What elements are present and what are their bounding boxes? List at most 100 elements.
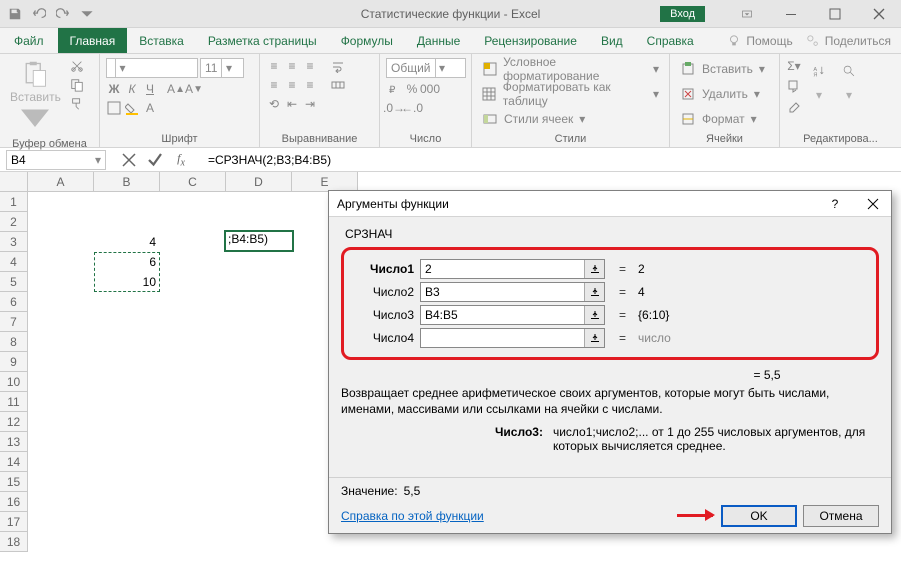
row-header[interactable]: 10 xyxy=(0,372,28,392)
increase-font-icon[interactable]: A▲ xyxy=(168,81,184,97)
cancel-formula-icon[interactable] xyxy=(120,151,138,169)
maximize-icon[interactable] xyxy=(813,0,857,28)
row-header[interactable]: 15 xyxy=(0,472,28,492)
row-header[interactable]: 4 xyxy=(0,252,28,272)
tab-home[interactable]: Главная xyxy=(58,28,128,53)
row-header[interactable]: 17 xyxy=(0,512,28,532)
row-header[interactable]: 2 xyxy=(0,212,28,232)
arg1-input[interactable] xyxy=(421,260,584,278)
undo-icon[interactable] xyxy=(30,5,48,23)
tell-me-button[interactable]: Помощь xyxy=(726,33,792,49)
border-icon[interactable] xyxy=(106,100,122,116)
row-header[interactable]: 3 xyxy=(0,232,28,252)
align-middle-icon[interactable]: ≡ xyxy=(284,58,300,74)
format-cells-button[interactable]: Формат▾ xyxy=(676,108,761,130)
range-selector-icon[interactable] xyxy=(584,306,604,324)
wrap-text-icon[interactable] xyxy=(330,58,346,74)
row-header[interactable]: 7 xyxy=(0,312,28,332)
font-color-icon[interactable]: A xyxy=(142,100,158,116)
ok-button[interactable]: OK xyxy=(721,505,797,527)
close-icon[interactable] xyxy=(857,0,901,28)
row-header[interactable]: 12 xyxy=(0,412,28,432)
tab-layout[interactable]: Разметка страницы xyxy=(196,28,329,53)
fx-icon[interactable]: fx xyxy=(172,151,190,169)
decrease-indent-icon[interactable]: ⇤ xyxy=(284,96,300,112)
align-left-icon[interactable]: ≡ xyxy=(266,77,282,93)
find-select-icon[interactable] xyxy=(836,58,862,84)
row-header[interactable]: 9 xyxy=(0,352,28,372)
redo-icon[interactable] xyxy=(54,5,72,23)
range-selector-icon[interactable] xyxy=(584,283,604,301)
fill-color-icon[interactable] xyxy=(124,100,140,116)
bold-icon[interactable]: Ж xyxy=(106,81,122,97)
cell-styles-button[interactable]: Стили ячеек▾ xyxy=(478,108,589,130)
tab-help[interactable]: Справка xyxy=(635,28,706,53)
increase-indent-icon[interactable]: ⇥ xyxy=(302,96,318,112)
percent-icon[interactable]: % xyxy=(404,81,420,97)
arg3-input[interactable] xyxy=(421,306,584,324)
format-as-table-button[interactable]: Форматировать как таблицу▾ xyxy=(478,83,663,105)
orientation-icon[interactable]: ⟲ xyxy=(266,96,282,112)
active-cell[interactable]: ;B4:B5) xyxy=(224,230,294,252)
copy-icon[interactable] xyxy=(69,77,85,93)
column-header[interactable]: E xyxy=(292,172,358,192)
login-button[interactable]: Вход xyxy=(660,6,705,22)
paste-button[interactable]: Вставить xyxy=(6,58,65,136)
tab-insert[interactable]: Вставка xyxy=(127,28,196,53)
font-size-combo[interactable]: 11▾ xyxy=(200,58,244,78)
row-header[interactable]: 1 xyxy=(0,192,28,212)
decrease-decimal-icon[interactable]: ←.0 xyxy=(404,100,420,116)
qat-dropdown-icon[interactable] xyxy=(78,5,96,23)
decrease-font-icon[interactable]: A▼ xyxy=(186,81,202,97)
cut-icon[interactable] xyxy=(69,58,85,74)
minimize-icon[interactable] xyxy=(769,0,813,28)
sort-filter-icon[interactable]: АЯ xyxy=(806,58,832,84)
row-header[interactable]: 11 xyxy=(0,392,28,412)
row-header[interactable]: 6 xyxy=(0,292,28,312)
row-header[interactable]: 18 xyxy=(0,532,28,552)
delete-cells-button[interactable]: Удалить▾ xyxy=(676,83,764,105)
italic-icon[interactable]: К xyxy=(124,81,140,97)
tab-data[interactable]: Данные xyxy=(405,28,472,53)
arg4-input[interactable] xyxy=(421,329,584,347)
row-header[interactable]: 14 xyxy=(0,452,28,472)
underline-icon[interactable]: Ч xyxy=(142,81,158,97)
formula-input[interactable] xyxy=(204,153,901,167)
ribbon-options-icon[interactable] xyxy=(725,0,769,28)
column-header[interactable]: A xyxy=(28,172,94,192)
number-format-combo[interactable]: Общий▾ xyxy=(386,58,466,78)
tab-view[interactable]: Вид xyxy=(589,28,635,53)
align-right-icon[interactable]: ≡ xyxy=(302,77,318,93)
increase-decimal-icon[interactable]: .0→ xyxy=(386,100,402,116)
align-center-icon[interactable]: ≡ xyxy=(284,77,300,93)
tab-review[interactable]: Рецензирование xyxy=(472,28,589,53)
cancel-button[interactable]: Отмена xyxy=(803,505,879,527)
tab-formulas[interactable]: Формулы xyxy=(329,28,405,53)
select-all-corner[interactable] xyxy=(0,172,28,192)
row-header[interactable]: 13 xyxy=(0,432,28,452)
save-icon[interactable] xyxy=(6,5,24,23)
name-box[interactable]: B4▾ xyxy=(6,150,106,170)
insert-cells-button[interactable]: Вставить▾ xyxy=(676,58,769,80)
dialog-help-icon[interactable]: ? xyxy=(825,197,845,211)
share-button[interactable]: Поделиться xyxy=(805,33,891,49)
conditional-formatting-button[interactable]: Условное форматирование▾ xyxy=(478,58,663,80)
column-header[interactable]: C xyxy=(160,172,226,192)
autosum-icon[interactable]: Σ▾ xyxy=(786,58,802,74)
font-name-combo[interactable]: ▾ xyxy=(106,58,198,78)
format-painter-icon[interactable] xyxy=(69,96,85,112)
merge-icon[interactable] xyxy=(330,77,346,93)
dialog-close-icon[interactable] xyxy=(863,197,883,211)
align-top-icon[interactable]: ≡ xyxy=(266,58,282,74)
align-bottom-icon[interactable]: ≡ xyxy=(302,58,318,74)
clear-icon[interactable] xyxy=(786,98,802,114)
row-header[interactable]: 16 xyxy=(0,492,28,512)
row-header[interactable]: 5 xyxy=(0,272,28,292)
range-selector-icon[interactable] xyxy=(584,260,604,278)
currency-icon[interactable]: ₽ xyxy=(386,81,402,97)
column-header[interactable]: B xyxy=(94,172,160,192)
row-header[interactable]: 8 xyxy=(0,332,28,352)
accept-formula-icon[interactable] xyxy=(146,151,164,169)
tab-file[interactable]: Файл xyxy=(0,28,58,53)
column-header[interactable]: D xyxy=(226,172,292,192)
